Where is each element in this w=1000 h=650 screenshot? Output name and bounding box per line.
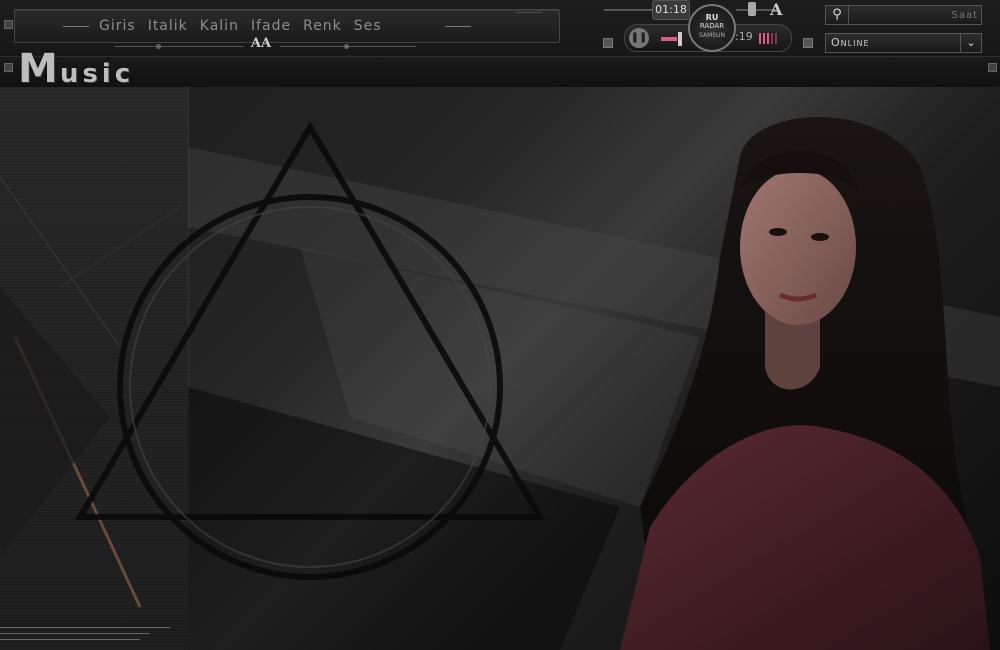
search-icon[interactable]: ⚲	[826, 6, 849, 24]
title-handle-icon	[4, 63, 13, 72]
equalizer-icon	[759, 33, 777, 44]
menu-item-giris[interactable]: Giris	[93, 16, 142, 36]
page-title-rest: usic	[59, 59, 135, 89]
page-title-initial: M	[18, 46, 60, 92]
menu-item-renk[interactable]: Renk	[297, 16, 348, 36]
ornament-dot	[344, 44, 349, 49]
corner-decoration	[515, 12, 569, 39]
menu-panel: Giris Italik Kalin Ifade Renk Ses	[14, 9, 569, 43]
top-bar: Giris Italik Kalin Ifade Renk Ses AA A 0…	[0, 0, 1000, 92]
aa-logo: AA	[250, 36, 272, 51]
search-input[interactable]	[850, 7, 980, 23]
menu-bar: Giris Italik Kalin Ifade Renk Ses	[93, 16, 388, 36]
radio-logo-line2: RADAR	[699, 22, 725, 30]
title-bar	[0, 56, 1000, 87]
time-tooltip: 01:18	[652, 0, 690, 20]
elapsed-time: :19	[735, 30, 753, 43]
volume-letter: A	[770, 0, 783, 19]
menu-item-italik[interactable]: Italik	[142, 16, 194, 36]
player-handle-icon	[603, 38, 613, 48]
player-handle-right-icon	[803, 38, 813, 48]
left-handle-icon	[4, 20, 13, 29]
radio-logo-line3: SAMSUN	[699, 32, 725, 39]
status-select-value: Online	[831, 36, 870, 49]
status-select[interactable]: Online ⌄	[825, 33, 982, 53]
woman-photo	[620, 117, 990, 650]
ornament-dot	[156, 44, 161, 49]
radio-logo-line1: RU	[705, 13, 719, 22]
main-background	[0, 87, 1000, 650]
menu-item-ifade[interactable]: Ifade	[245, 16, 297, 36]
menu-item-ses[interactable]: Ses	[348, 16, 388, 36]
title-handle-right-icon	[988, 63, 997, 72]
chevron-down-icon[interactable]: ⌄	[960, 34, 981, 52]
menu-item-kalin[interactable]: Kalin	[194, 16, 245, 36]
radio-logo: RU RADAR SAMSUN	[688, 4, 736, 52]
menu-divider-left	[63, 26, 89, 27]
pause-icon[interactable]: ❚❚	[629, 28, 649, 48]
page-title: Music	[18, 46, 135, 92]
seek-track-left	[604, 9, 652, 11]
volume-knob[interactable]	[748, 2, 756, 16]
search-box: ⚲	[825, 5, 982, 25]
seek-knob[interactable]	[678, 32, 682, 46]
seek-progress[interactable]	[661, 37, 677, 41]
menu-divider-right	[445, 26, 471, 27]
